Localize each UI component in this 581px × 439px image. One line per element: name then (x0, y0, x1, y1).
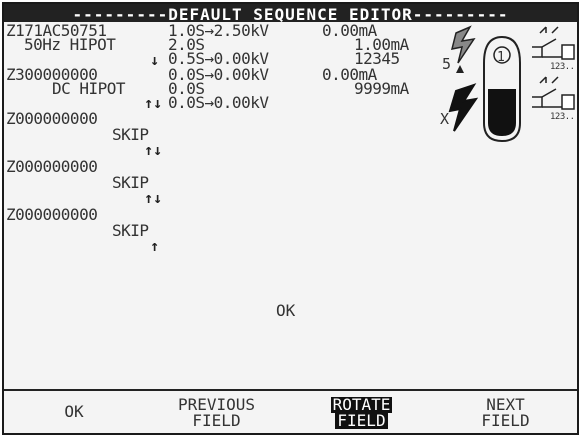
rotate-field-softkey[interactable]: ROTATE FIELD (289, 390, 434, 433)
sequence-label-top: 123.. (550, 62, 575, 72)
relay-switch-top-icon (532, 26, 575, 60)
next-field-softkey[interactable]: NEXT FIELD (434, 390, 577, 433)
step-count-label: 5 (442, 55, 451, 73)
step-3-code[interactable]: Z000000000 (6, 111, 98, 127)
sequence-graphic (448, 25, 575, 143)
title-bar: ---------DEFAULT SEQUENCE EDITOR--------… (4, 4, 577, 24)
relay-switch-bottom-icon (532, 76, 575, 110)
step-2-reading-2[interactable]: 9999mA (354, 81, 409, 97)
previous-field-label-2: FIELD (192, 411, 241, 430)
sequence-editor-screen: ---------DEFAULT SEQUENCE EDITOR--------… (2, 2, 579, 435)
x-label: X (440, 110, 449, 128)
next-field-label-2: FIELD (481, 411, 530, 430)
previous-field-softkey[interactable]: PREVIOUS FIELD (144, 390, 289, 433)
ok-softkey[interactable]: OK (4, 390, 144, 433)
step-5-arrow-icon: ↑ (150, 237, 160, 255)
step-number-label: 1 (497, 50, 505, 65)
rotate-field-label-2: FIELD (335, 411, 388, 430)
step-5-name[interactable]: SKIP (112, 223, 149, 239)
step-4-arrow-icon: ↑↓ (144, 189, 163, 207)
step-2-param-3[interactable]: 0.0S→0.00kV (168, 95, 269, 111)
step-2-name[interactable]: DC HIPOT (52, 81, 126, 97)
step-3-arrow-icon: ↑↓ (144, 141, 163, 159)
step-1-name[interactable]: 50Hz HIPOT (24, 37, 116, 53)
step-1-arrow-icon: ↓ (150, 51, 160, 69)
status-message: OK (276, 301, 296, 320)
sequence-label-bottom: 123.. (550, 112, 575, 122)
ok-softkey-label: OK (64, 402, 84, 421)
lightning-bolt-bold-icon (448, 83, 479, 132)
lightning-bolt-icon (450, 25, 476, 73)
step-5-code[interactable]: Z000000000 (6, 207, 98, 223)
step-2-arrow-icon: ↑↓ (144, 94, 163, 112)
sequence-graphic-panel: 5 X 1 123.. 123.. (440, 23, 577, 143)
step-4-code[interactable]: Z000000000 (6, 159, 98, 175)
